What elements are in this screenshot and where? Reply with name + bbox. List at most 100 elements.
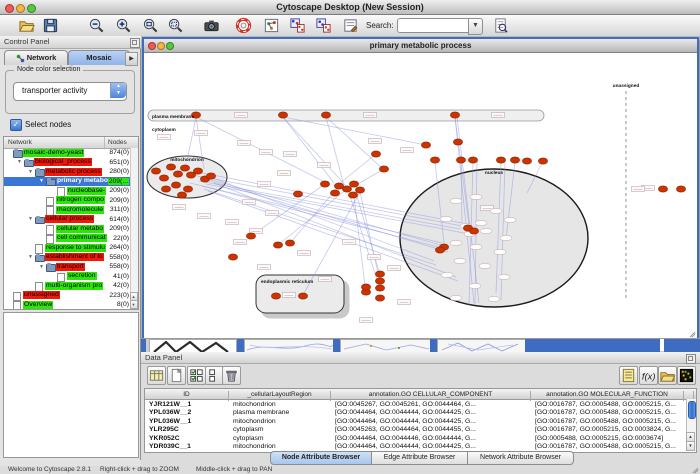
tree-row-secretion[interactable]: secretion41(0) (4, 272, 138, 282)
app-resize-grip[interactable] (690, 464, 700, 474)
graph-node[interactable] (435, 247, 444, 253)
graph-node[interactable] (166, 164, 175, 170)
attribute-list-icon[interactable] (619, 366, 638, 385)
tab-mosaic[interactable]: Mosaic (68, 50, 130, 65)
graph-node[interactable] (159, 175, 168, 181)
graph-node[interactable] (180, 165, 189, 171)
tree-row-nitrogen-compo[interactable]: nitrogen compo209(0) (4, 196, 138, 206)
tree-row-unassigned[interactable]: unassigned223(0) (4, 291, 138, 301)
graph-node[interactable] (375, 285, 384, 291)
tree-row-cellular-metabo[interactable]: cellular metabo209(0) (4, 224, 138, 234)
table-scrollbar[interactable]: ▲ ▼ (686, 399, 696, 451)
graph-node[interactable] (271, 293, 280, 299)
column-header-id[interactable]: ID (145, 391, 229, 401)
graph-node[interactable] (453, 139, 462, 145)
tree-row-cell-communicat[interactable]: cell communicat22(0) (4, 234, 138, 244)
formula-builder-icon[interactable]: f(x) (639, 366, 658, 385)
graph-node[interactable] (293, 191, 302, 197)
graph-node[interactable] (361, 284, 370, 290)
graph-node[interactable] (355, 187, 364, 193)
graph-edge[interactable] (251, 184, 325, 236)
select-nodes-checkbox[interactable]: ✓ (10, 119, 22, 131)
graph-edge[interactable] (187, 117, 196, 161)
node-color-combobox[interactable]: transporter activity ▲▼ (13, 82, 127, 101)
attribute-select-icon[interactable] (147, 366, 166, 385)
table-row-ydr039c__1[interactable]: YDR039C__1mitochondrion[GO:0044464, GO:0… (145, 443, 685, 452)
background-window-fragment[interactable] (340, 339, 432, 352)
background-window-fragment[interactable] (149, 339, 237, 352)
graph-node[interactable] (348, 192, 357, 198)
tree-column-nodes[interactable]: Nodes (108, 139, 127, 146)
import-attributes-icon[interactable] (658, 366, 677, 385)
zoom-region-icon[interactable] (167, 17, 185, 35)
graph-node[interactable] (421, 142, 430, 148)
tree-column-network[interactable]: Network (8, 139, 32, 146)
graph-node[interactable] (676, 186, 685, 192)
graph-node[interactable] (496, 157, 505, 163)
expander-icon[interactable]: ▼ (28, 216, 33, 222)
graph-node[interactable] (469, 228, 478, 234)
graph-node[interactable] (468, 157, 477, 163)
tree-row-multi-organism-pro[interactable]: multi-organism pro42(0) (4, 281, 138, 291)
column-header-molecular-function[interactable]: annotation.GO MOLECULAR_FUNCTION (531, 391, 684, 401)
expander-icon[interactable]: ▼ (39, 264, 44, 270)
region-plasma-membrane[interactable] (148, 110, 544, 121)
graph-node[interactable] (246, 233, 255, 239)
table-row-ylr295c[interactable]: YLR295Ccytoplasm[GO:0045263, GO:0044464,… (145, 426, 685, 435)
column-header-cellular-component[interactable]: annotation.GO CELLULAR_COMPONENT (331, 391, 531, 401)
tree-row-biological-process[interactable]: ▼biological_process651(0) (4, 158, 138, 168)
graph-node[interactable] (430, 157, 439, 163)
tree-row-nucleobase-[interactable]: nucleobase-209(0) (4, 186, 138, 196)
column-header-region[interactable]: _cellularLayoutRegion (229, 391, 331, 401)
tab-edge-attribute-browser[interactable]: Edge Attribute Browser (371, 451, 468, 465)
graph-node[interactable] (171, 182, 180, 188)
tree-row-primary-metabo[interactable]: ▼primary metabo209(... (4, 177, 138, 187)
graph-node[interactable] (522, 158, 531, 164)
graph-node[interactable] (375, 278, 384, 284)
search-input[interactable] (398, 24, 468, 35)
graph-node[interactable] (510, 157, 519, 163)
tab-node-attribute-browser[interactable]: Node Attribute Browser (270, 451, 372, 465)
graph-node[interactable] (151, 168, 160, 174)
graph-node[interactable] (177, 192, 186, 198)
scrollbar-thumb[interactable] (688, 401, 696, 419)
scroll-down-icon[interactable]: ▼ (130, 300, 138, 309)
graph-node[interactable] (375, 271, 384, 277)
graph-node[interactable] (161, 186, 170, 192)
advanced-search-icon[interactable] (492, 17, 510, 35)
control-panel-toggle-icon[interactable] (289, 17, 307, 35)
graph-node[interactable] (456, 157, 465, 163)
graph-edge[interactable] (194, 175, 444, 246)
snapshot-icon[interactable] (203, 17, 221, 35)
tab-network[interactable]: Network (4, 50, 68, 65)
tree-row-transport[interactable]: ▼transport558(0) (4, 262, 138, 272)
graph-node[interactable] (375, 295, 384, 301)
graph-node[interactable] (379, 166, 388, 172)
graph-node[interactable] (278, 112, 287, 118)
tree-row-metabolic-process[interactable]: ▼metabolic process280(0) (4, 167, 138, 177)
tree-row-cellular-process[interactable]: ▼cellular process614(0) (4, 215, 138, 225)
zoom-out-icon[interactable] (88, 17, 106, 35)
save-session-icon[interactable] (42, 17, 60, 35)
graph-node[interactable] (538, 158, 547, 164)
graph-node[interactable] (321, 112, 330, 118)
graph-node[interactable] (183, 186, 192, 192)
float-panel-icon[interactable] (686, 354, 696, 364)
graph-edge[interactable] (339, 154, 376, 184)
graph-node[interactable] (320, 181, 329, 187)
table-row-ypl036w__1[interactable]: YPL036W__1mitochondrion[GO:0044464, GO:0… (145, 417, 685, 426)
tree-row-macromolecule[interactable]: macromolecule311(0) (4, 205, 138, 215)
graph-node[interactable] (173, 171, 182, 177)
graph-node[interactable] (285, 240, 294, 246)
tab-network-attribute-browser[interactable]: Network Attribute Browser (467, 451, 574, 465)
graph-node[interactable] (349, 181, 358, 187)
scroll-down-icon[interactable]: ▼ (686, 441, 695, 451)
graph-node[interactable] (330, 190, 339, 196)
graph-node[interactable] (342, 186, 351, 192)
attribute-create-icon[interactable] (167, 366, 186, 385)
graph-node[interactable] (228, 254, 237, 260)
table-row-ypl036w__2[interactable]: YPL036W__2plasma membrane[GO:0044464, GO… (145, 409, 685, 418)
expander-icon[interactable]: ▼ (28, 254, 33, 260)
data-panel-toggle-icon[interactable] (315, 17, 333, 35)
window-resize-grip[interactable] (687, 328, 697, 338)
